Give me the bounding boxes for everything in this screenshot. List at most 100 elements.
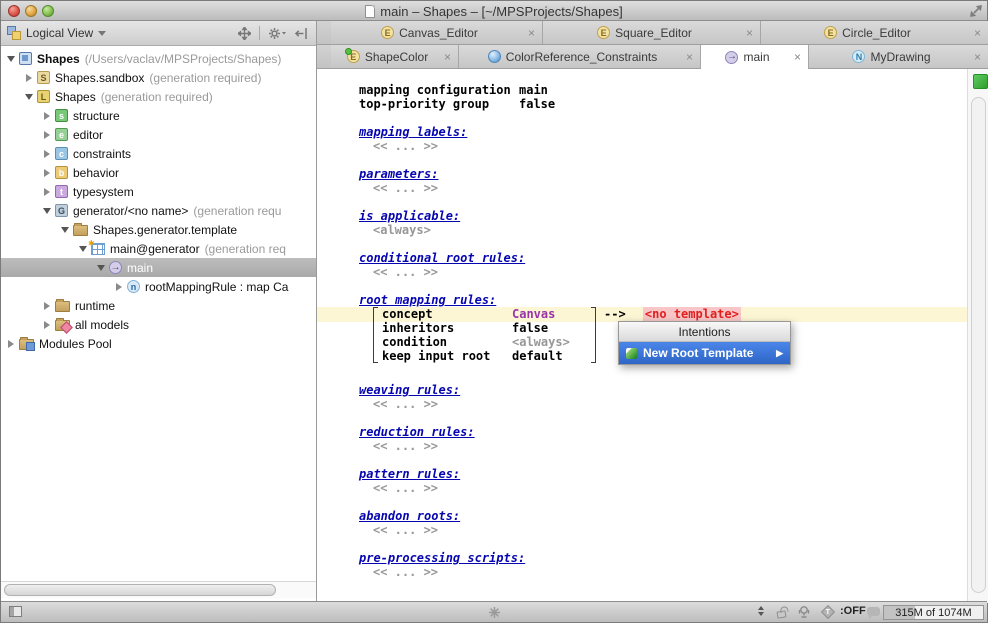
scrollbar-thumb[interactable] <box>4 584 276 596</box>
close-tab-icon[interactable]: × <box>974 27 981 39</box>
behavior-aspect-icon: b <box>55 166 68 179</box>
mapping-configuration-editor[interactable]: mapping configurationmain top-priority g… <box>317 69 988 603</box>
chevron-collapsed-icon[interactable] <box>5 340 17 348</box>
toolwindow-toggle-icon[interactable] <box>9 606 22 617</box>
typesystem-off-label[interactable]: :OFF <box>840 605 866 617</box>
chevron-collapsed-icon[interactable] <box>113 283 125 291</box>
tab-shapecolor[interactable]: E ShapeColor × <box>331 45 459 68</box>
tree-horizontal-scrollbar[interactable] <box>1 581 316 598</box>
rule-row-keep-input-root[interactable]: keep input rootdefault <box>382 349 587 363</box>
chevron-collapsed-icon[interactable] <box>23 74 35 82</box>
tab-colorreference-constraints[interactable]: ColorReference_Constraints × <box>459 45 701 68</box>
rule-row-concept[interactable]: conceptCanvas <box>382 307 587 321</box>
property-line[interactable]: mapping configurationmain <box>359 83 988 97</box>
chevron-expanded-icon[interactable] <box>5 56 17 62</box>
title-bar: main – Shapes – [~/MPSProjects/Shapes] <box>1 1 987 21</box>
typesystem-indicator-icon[interactable]: T <box>821 605 835 619</box>
no-errors-indicator[interactable] <box>973 74 988 89</box>
maps-to-arrow: --> <box>604 307 626 321</box>
tab-square-editor[interactable]: E Square_Editor × <box>543 21 761 44</box>
close-tab-icon[interactable]: × <box>794 51 801 63</box>
empty-placeholder-cell[interactable]: << ... >> <box>359 565 988 579</box>
tab-canvas-editor[interactable]: E Canvas_Editor × <box>331 21 543 44</box>
rule-row-inheritors[interactable]: inheritorsfalse <box>382 321 587 335</box>
unlocked-icon[interactable] <box>776 610 786 618</box>
section-abandon-roots: abandon roots: << ... >> <box>359 509 988 537</box>
tree-item-project-shapes[interactable]: Shapes (/Users/vaclav/MPSProjects/Shapes… <box>1 49 316 68</box>
new-root-template-menu-item[interactable]: New Root Template ▶ <box>619 342 790 364</box>
chevron-expanded-icon[interactable] <box>41 208 53 214</box>
tree-item-structure[interactable]: s structure <box>1 106 316 125</box>
tree-item-main-generator-model[interactable]: main@generator (generation req <box>1 239 316 258</box>
chevron-collapsed-icon[interactable] <box>41 188 53 196</box>
tree-item-constraints[interactable]: c constraints <box>1 144 316 163</box>
empty-placeholder-cell[interactable]: << ... >> <box>359 397 988 411</box>
empty-placeholder-cell[interactable]: << ... >> <box>359 139 988 153</box>
structure-aspect-icon: s <box>55 109 68 122</box>
mapping-configuration-icon: → <box>109 261 122 274</box>
close-tab-icon[interactable]: × <box>444 51 451 63</box>
tree-item-typesystem[interactable]: t typesystem <box>1 182 316 201</box>
tab-circle-editor[interactable]: E Circle_Editor × <box>761 21 988 44</box>
tree-item-all-models[interactable]: all models <box>1 315 316 334</box>
tree-item-generator[interactable]: G generator/<no name> (generation requ <box>1 201 316 220</box>
scroll-to-source-icon[interactable] <box>238 27 251 40</box>
close-tab-icon[interactable]: × <box>974 51 981 63</box>
folder-icon <box>73 225 88 236</box>
close-tab-icon[interactable]: × <box>528 27 535 39</box>
chevron-down-icon[interactable] <box>98 31 106 36</box>
no-template-error-cell[interactable]: <no template> <box>643 307 741 321</box>
chevron-expanded-icon[interactable] <box>95 265 107 271</box>
chevron-collapsed-icon[interactable] <box>41 112 53 120</box>
document-icon <box>365 5 375 18</box>
background-tasks-icon[interactable] <box>488 606 501 619</box>
editor-concept-modified-icon: E <box>347 50 360 63</box>
editor-vertical-scrollbar[interactable] <box>971 97 986 593</box>
chevron-collapsed-icon[interactable] <box>41 302 53 310</box>
gear-icon[interactable] <box>268 27 287 40</box>
constraints-sphere-icon <box>488 50 501 63</box>
resize-icon[interactable] <box>969 4 983 18</box>
close-tab-icon[interactable]: × <box>746 27 753 39</box>
tree-item-behavior[interactable]: b behavior <box>1 163 316 182</box>
empty-placeholder-cell[interactable]: << ... >> <box>359 523 988 537</box>
submenu-arrow-icon: ▶ <box>776 348 783 359</box>
empty-placeholder-cell[interactable]: << ... >> <box>359 481 988 495</box>
memory-indicator[interactable]: 315M of 1074M <box>883 605 984 620</box>
hector-inspector-icon[interactable] <box>797 605 811 619</box>
tree-item-modules-pool[interactable]: Modules Pool <box>1 334 316 353</box>
tree-item-editor[interactable]: e editor <box>1 125 316 144</box>
tab-main-active[interactable]: → main × <box>701 45 809 69</box>
view-selector[interactable]: Logical View <box>26 26 93 40</box>
empty-placeholder-cell[interactable]: << ... >> <box>359 181 988 195</box>
tree-item-shapes-sandbox[interactable]: S Shapes.sandbox (generation required) <box>1 68 316 87</box>
chevron-expanded-icon[interactable] <box>59 227 71 233</box>
notifications-bubble-icon[interactable] <box>867 607 880 616</box>
section-reduction-rules: reduction rules: << ... >> <box>359 425 988 453</box>
tree-item-shapes-language[interactable]: L Shapes (generation required) <box>1 87 316 106</box>
chevron-collapsed-icon[interactable] <box>41 150 53 158</box>
empty-placeholder-cell[interactable]: << ... >> <box>359 265 988 279</box>
tree-item-main-selected[interactable]: → main <box>1 258 316 277</box>
chevron-collapsed-icon[interactable] <box>41 131 53 139</box>
application-window: main – Shapes – [~/MPSProjects/Shapes] L… <box>0 0 988 623</box>
chevron-collapsed-icon[interactable] <box>41 321 53 329</box>
tree-item-runtime[interactable]: runtime <box>1 296 316 315</box>
close-tab-icon[interactable]: × <box>686 51 693 63</box>
chevron-collapsed-icon[interactable] <box>41 169 53 177</box>
always-cell[interactable]: <always> <box>359 223 988 237</box>
section-title: reduction rules: <box>359 425 988 439</box>
tree-item-generator-template[interactable]: Shapes.generator.template <box>1 220 316 239</box>
empty-placeholder-cell[interactable]: << ... >> <box>359 439 988 453</box>
rule-row-condition[interactable]: condition<always> <box>382 335 587 349</box>
chevron-expanded-icon[interactable] <box>23 94 35 100</box>
hide-panel-icon[interactable] <box>295 27 308 40</box>
project-icon <box>19 52 32 65</box>
tree-item-root-mapping-rule[interactable]: n rootMappingRule : map Ca <box>1 277 316 296</box>
property-line[interactable]: top-priority groupfalse <box>359 97 988 111</box>
section-title: root mapping rules: <box>359 293 988 307</box>
statusbar-spinner-icon[interactable] <box>758 606 764 616</box>
mapping-configuration-icon: → <box>725 51 738 64</box>
tab-mydrawing[interactable]: N MyDrawing × <box>809 45 988 68</box>
section-title: weaving rules: <box>359 383 988 397</box>
